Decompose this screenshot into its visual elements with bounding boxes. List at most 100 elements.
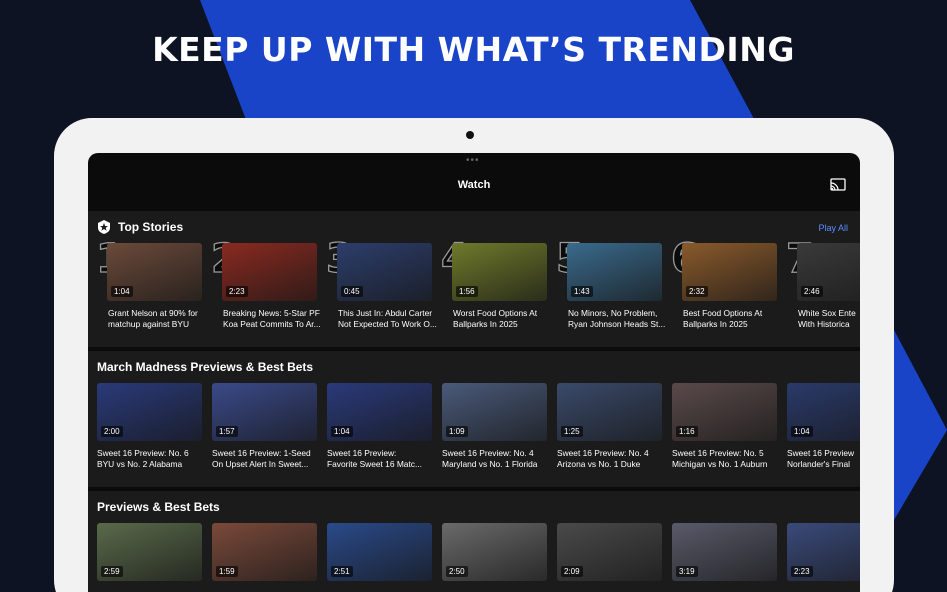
video-card[interactable]: 2:59 — [97, 523, 202, 581]
multitask-dots-icon[interactable]: ••• — [466, 156, 480, 166]
video-thumbnail[interactable]: 1:16 — [672, 383, 777, 441]
video-caption: Worst Food Options At Ballparks In 2025 — [453, 308, 557, 330]
video-thumbnail[interactable]: 1:59 — [212, 523, 317, 581]
promo-headline: KEEP UP WITH WHAT’S TRENDING — [152, 30, 795, 69]
caption-line: Koa Peat Commits To Ar... — [223, 319, 321, 329]
duration-badge: 1:43 — [571, 286, 593, 297]
video-card[interactable]: 1:09 Sweet 16 Preview: No. 4 Maryland vs N… — [442, 383, 547, 470]
caption-line: Ballparks In 2025 — [453, 319, 518, 329]
previews-row: 2:59 1:59 2:51 2:50 2:09 3:19 2:23 — [97, 523, 860, 581]
video-thumbnail[interactable]: 1:57 — [212, 383, 317, 441]
caption-line: Norlander's Final — [787, 459, 851, 469]
video-card[interactable]: 3:19 — [672, 523, 777, 581]
video-thumbnail[interactable]: 2:51 — [327, 523, 432, 581]
video-card[interactable]: 2:51 — [327, 523, 432, 581]
caption-line: Favorite Sweet 16 Matc... — [327, 459, 422, 469]
section-title: March Madness Previews & Best Bets — [97, 360, 314, 374]
caption-line: Best Food Options At — [683, 308, 763, 318]
video-thumbnail[interactable]: 0:45 — [337, 243, 432, 301]
video-card[interactable]: 2:50 — [442, 523, 547, 581]
duration-badge: 2:23 — [226, 286, 248, 297]
video-thumbnail[interactable]: 2:50 — [442, 523, 547, 581]
video-thumbnail[interactable]: 1:04 — [327, 383, 432, 441]
duration-badge: 1:04 — [111, 286, 133, 297]
video-caption: Sweet 16 Preview: No. 4 Arizona vs No. 1 … — [557, 448, 661, 470]
duration-badge: 2:23 — [791, 566, 813, 577]
duration-badge: 1:04 — [331, 426, 353, 437]
app-screen: ••• Watch Top Stories Play All 11:04Gran… — [88, 153, 860, 592]
top-stories-row: 11:04Grant Nelson at 90% formatchup agai… — [95, 238, 860, 330]
video-thumbnail[interactable]: 2:59 — [97, 523, 202, 581]
video-card[interactable]: 1:25 Sweet 16 Preview: No. 4 Arizona vs No… — [557, 383, 662, 470]
caption-line: Arizona vs No. 1 Duke — [557, 459, 641, 469]
caption-line: Grant Nelson at 90% for — [108, 308, 198, 318]
star-badge-icon — [98, 220, 110, 234]
video-card[interactable]: 11:04Grant Nelson at 90% formatchup agai… — [95, 238, 202, 330]
video-card[interactable]: 2:00 Sweet 16 Preview: No. 6 BYU vs No. 2 … — [97, 383, 202, 470]
cast-icon[interactable] — [830, 178, 846, 191]
video-caption: This Just In: Abdul Carter Not Expected T… — [338, 308, 442, 330]
video-card[interactable]: 1:04 Sweet 16 Preview Norlander's Final — [787, 383, 860, 470]
march-madness-row: 2:00 Sweet 16 Preview: No. 6 BYU vs No. 2 … — [97, 383, 860, 470]
video-caption: White Sox Ente With Historica — [798, 308, 860, 330]
caption-line: Ryan Johnson Heads St... — [568, 319, 666, 329]
video-thumbnail[interactable]: 1:43 — [567, 243, 662, 301]
video-card[interactable]: 1:57 Sweet 16 Preview: 1-Seed On Upset Ale… — [212, 383, 317, 470]
duration-badge: 1:25 — [561, 426, 583, 437]
previews-section: Previews & Best Bets 2:59 1:59 2:51 2:50 2:0… — [88, 491, 860, 592]
caption-line: Sweet 16 Preview: No. 4 — [557, 448, 649, 458]
caption-line: matchup against BYU — [108, 319, 190, 329]
video-caption: Sweet 16 Preview: No. 6 BYU vs No. 2 Alab… — [97, 448, 201, 470]
caption-line: Sweet 16 Preview: 1-Seed — [212, 448, 311, 458]
video-card[interactable]: 72:46White Sox EnteWith Historica — [785, 238, 860, 330]
video-thumbnail[interactable]: 2:46 — [797, 243, 860, 301]
video-card[interactable]: 22:23Breaking News: 5-Star PFKoa Peat Co… — [210, 238, 320, 330]
video-thumbnail[interactable]: 3:19 — [672, 523, 777, 581]
duration-badge: 1:04 — [791, 426, 813, 437]
video-thumbnail[interactable]: 1:25 — [557, 383, 662, 441]
caption-line: Breaking News: 5-Star PF — [223, 308, 320, 318]
video-card[interactable]: 30:45This Just In: Abdul CarterNot Expec… — [325, 238, 436, 330]
video-card[interactable]: 2:09 — [557, 523, 662, 581]
caption-line: Sweet 16 Preview: — [327, 448, 397, 458]
section-title: Top Stories — [118, 220, 184, 234]
caption-line: Sweet 16 Preview: No. 4 — [442, 448, 534, 458]
duration-badge: 1:57 — [216, 426, 238, 437]
video-thumbnail[interactable]: 1:04 — [107, 243, 202, 301]
caption-line: This Just In: Abdul Carter — [338, 308, 433, 318]
video-thumbnail[interactable]: 2:23 — [222, 243, 317, 301]
duration-badge: 1:09 — [446, 426, 468, 437]
video-thumbnail[interactable]: 2:32 — [682, 243, 777, 301]
duration-badge: 1:56 — [456, 286, 478, 297]
video-thumbnail[interactable]: 2:09 — [557, 523, 662, 581]
duration-badge: 1:16 — [676, 426, 698, 437]
video-thumbnail[interactable]: 2:23 — [787, 523, 860, 581]
video-card[interactable]: 1:16 Sweet 16 Preview: No. 5 Michigan vs N… — [672, 383, 777, 470]
video-caption: Grant Nelson at 90% for matchup against B… — [108, 308, 212, 330]
march-madness-section: March Madness Previews & Best Bets 2:00 S… — [88, 351, 860, 487]
duration-badge: 2:09 — [561, 566, 583, 577]
video-thumbnail[interactable]: 1:56 — [452, 243, 547, 301]
video-thumbnail[interactable]: 1:04 — [787, 383, 860, 441]
video-card[interactable]: 51:43No Minors, No Problem,Ryan Johnson … — [555, 238, 665, 330]
section-header: March Madness Previews & Best Bets — [97, 360, 313, 374]
duration-badge: 2:00 — [101, 426, 123, 437]
video-card[interactable]: 2:23 — [787, 523, 860, 581]
top-stories-section: Top Stories Play All 11:04Grant Nelson a… — [88, 211, 860, 347]
caption-line: White Sox Ente — [798, 308, 856, 318]
video-thumbnail[interactable]: 1:09 — [442, 383, 547, 441]
video-caption: Breaking News: 5-Star PF Koa Peat Commits… — [223, 308, 327, 330]
caption-line: Maryland vs No. 1 Florida — [442, 459, 538, 469]
caption-line: Sweet 16 Preview: No. 5 — [672, 448, 764, 458]
video-card[interactable]: 41:56Worst Food Options AtBallparks In 2… — [440, 238, 547, 330]
video-card[interactable]: 62:32Best Food Options AtBallparks In 20… — [670, 238, 777, 330]
video-card[interactable]: 1:59 — [212, 523, 317, 581]
caption-line: Michigan vs No. 1 Auburn — [672, 459, 768, 469]
play-all-link[interactable]: Play All — [818, 223, 848, 233]
duration-badge: 2:59 — [101, 566, 123, 577]
video-card[interactable]: 1:04 Sweet 16 Preview: Favorite Sweet 16 M… — [327, 383, 432, 470]
video-thumbnail[interactable]: 2:00 — [97, 383, 202, 441]
camera-dot — [466, 131, 474, 139]
caption-line: Sweet 16 Preview: No. 6 — [97, 448, 189, 458]
caption-line: No Minors, No Problem, — [568, 308, 658, 318]
